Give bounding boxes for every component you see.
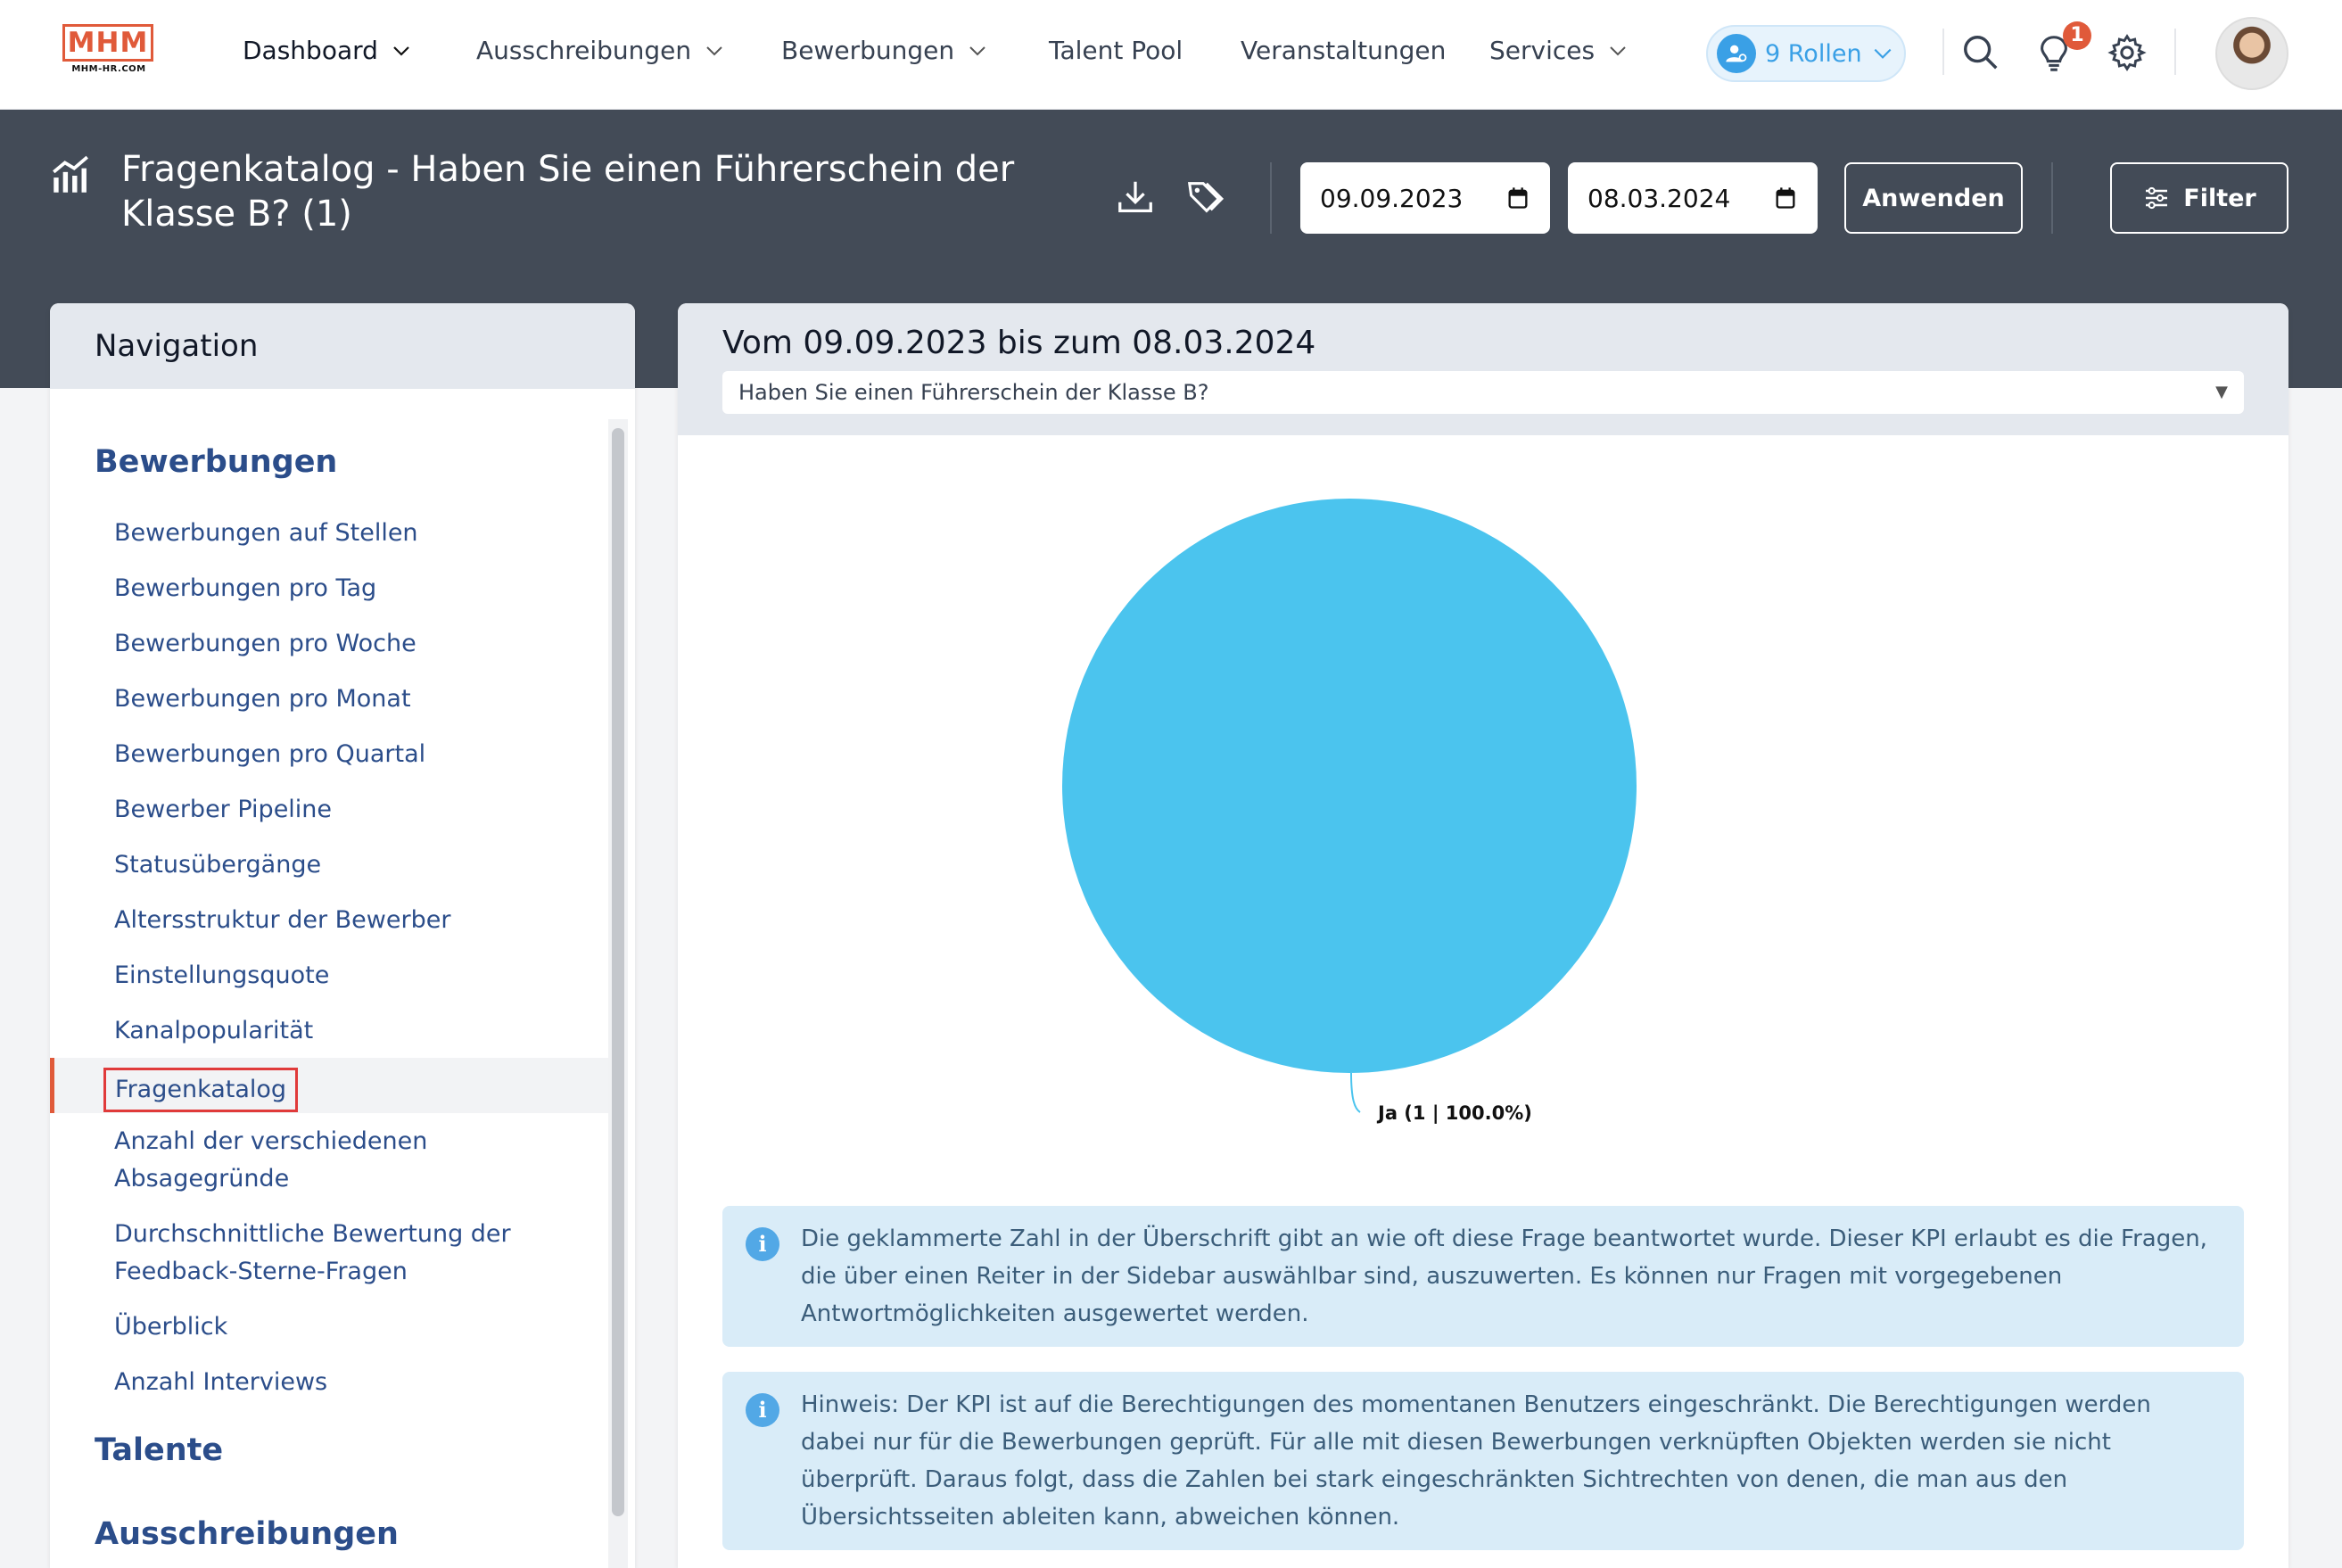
nav-dashboard-label: Dashboard bbox=[243, 36, 378, 65]
chevron-down-icon bbox=[1610, 45, 1626, 55]
nav-veranstaltungen-label: Veranstaltungen bbox=[1241, 36, 1447, 65]
nav-talent-pool[interactable]: Talent Pool bbox=[1049, 36, 1183, 65]
sidebar-title: Navigation bbox=[50, 303, 635, 389]
roles-label: 9 Rollen bbox=[1765, 39, 1862, 68]
chevron-down-icon bbox=[1874, 48, 1891, 59]
sidebar-item-bewerbungen-pro-quartal[interactable]: Bewerbungen pro Quartal bbox=[114, 736, 578, 773]
nav-talent-pool-label: Talent Pool bbox=[1049, 36, 1183, 65]
sidebar-item-fragenkatalog[interactable]: Fragenkatalog bbox=[103, 1068, 578, 1112]
filter-button[interactable]: Filter bbox=[2110, 162, 2288, 234]
nav-dashboard[interactable]: Dashboard bbox=[243, 36, 412, 65]
sidebar-item-bewerbungen-auf-stellen[interactable]: Bewerbungen auf Stellen bbox=[114, 515, 578, 552]
info-icon: i bbox=[746, 1227, 779, 1261]
sidebar-item-bewerbungen-pro-tag[interactable]: Bewerbungen pro Tag bbox=[114, 570, 578, 607]
info-box-kpi: i Die geklammerte Zahl in der Überschrif… bbox=[722, 1206, 2244, 1347]
nav-services-label: Services bbox=[1489, 36, 1596, 65]
pie-slice-0[interactable] bbox=[1062, 499, 1637, 1073]
analytics-chart-icon bbox=[53, 155, 88, 193]
search-icon[interactable] bbox=[1960, 32, 2001, 73]
top-navbar: MHM MHM-HR.COM Dashboard Ausschreibungen… bbox=[0, 0, 2342, 110]
info-box-hint-text: Hinweis: Der KPI ist auf die Berechtigun… bbox=[801, 1391, 2151, 1531]
apply-button-label: Anwenden bbox=[1862, 184, 2005, 212]
date-to-input[interactable]: 08.03.2024 bbox=[1568, 162, 1818, 234]
apply-button[interactable]: Anwenden bbox=[1844, 162, 2023, 234]
date-from-value: 09.09.2023 bbox=[1320, 183, 1464, 213]
notification-badge: 1 bbox=[2063, 21, 2091, 50]
sidebar-item-bewerbungen-pro-woche[interactable]: Bewerbungen pro Woche bbox=[114, 625, 578, 663]
sidebar-item-absagegruende[interactable]: Anzahl der verschiedenen Absagegründe bbox=[114, 1123, 524, 1198]
info-icon: i bbox=[746, 1393, 779, 1427]
date-from-input[interactable]: 09.09.2023 bbox=[1300, 162, 1550, 234]
sidebar-scrollbar-thumb[interactable] bbox=[612, 428, 624, 1516]
logo-subtext: MHM-HR.COM bbox=[71, 64, 146, 74]
chevron-down-icon bbox=[969, 45, 985, 55]
main-panel-header: Vom 09.09.2023 bis zum 08.03.2024 Haben … bbox=[678, 303, 2288, 435]
question-select[interactable]: Haben Sie einen Führerschein der Klasse … bbox=[722, 371, 2244, 414]
date-to-value: 08.03.2024 bbox=[1587, 183, 1731, 213]
sidebar-section-talente[interactable]: Talente bbox=[95, 1432, 223, 1468]
pie-leader-line-0 bbox=[1350, 1072, 1361, 1113]
sidebar-item-bewerbungen-pro-monat[interactable]: Bewerbungen pro Monat bbox=[114, 681, 578, 718]
chevron-down-icon bbox=[706, 45, 722, 55]
nav-services[interactable]: Services bbox=[1489, 36, 1629, 65]
user-group-icon bbox=[1717, 34, 1756, 73]
sidebar-item-einstellungsquote[interactable]: Einstellungsquote bbox=[114, 957, 578, 994]
chevron-down-icon bbox=[393, 45, 409, 56]
tag-icon[interactable] bbox=[1184, 177, 1225, 218]
sidebar-section-bewerbungen[interactable]: Bewerbungen bbox=[95, 444, 337, 480]
logo-text: MHM bbox=[62, 24, 153, 62]
logo[interactable]: MHM MHM-HR.COM bbox=[62, 24, 155, 79]
gear-icon[interactable] bbox=[2107, 32, 2148, 73]
caret-down-icon: ▼ bbox=[2215, 383, 2228, 401]
nav-veranstaltungen[interactable]: Veranstaltungen bbox=[1241, 36, 1446, 65]
main-panel: Vom 09.09.2023 bis zum 08.03.2024 Haben … bbox=[678, 303, 2288, 1568]
info-box-kpi-text: Die geklammerte Zahl in der Überschrift … bbox=[801, 1226, 2207, 1327]
sidebar-item-kanalpopularitaet[interactable]: Kanalpopularität bbox=[114, 1012, 578, 1050]
calendar-icon[interactable] bbox=[1773, 186, 1798, 210]
header-divider bbox=[1270, 162, 1272, 234]
download-icon[interactable] bbox=[1115, 177, 1156, 218]
calendar-icon[interactable] bbox=[1505, 186, 1530, 210]
sidebar-item-anzahl-interviews[interactable]: Anzahl Interviews bbox=[114, 1364, 578, 1401]
user-avatar[interactable] bbox=[2215, 17, 2288, 90]
nav-bewerbungen[interactable]: Bewerbungen bbox=[781, 36, 988, 65]
navbar-divider bbox=[1942, 29, 1944, 75]
date-range-title: Vom 09.09.2023 bis zum 08.03.2024 bbox=[722, 325, 1316, 361]
nav-ausschreibungen[interactable]: Ausschreibungen bbox=[476, 36, 725, 65]
sidebar-item-bewerber-pipeline[interactable]: Bewerber Pipeline bbox=[114, 791, 578, 829]
sidebar-item-feedback-sterne[interactable]: Durchschnittliche Bewertung der Feedback… bbox=[114, 1216, 533, 1291]
sidebar-item-fragenkatalog-label: Fragenkatalog bbox=[103, 1068, 299, 1112]
nav-bewerbungen-label: Bewerbungen bbox=[781, 36, 955, 65]
question-select-value: Haben Sie einen Führerschein der Klasse … bbox=[738, 380, 1209, 405]
pie-chart: Ja (1 | 100.0%) bbox=[1062, 499, 1637, 1125]
pie-slice-label-0: Ja (1 | 100.0%) bbox=[1376, 1102, 1532, 1125]
roles-dropdown[interactable]: 9 Rollen bbox=[1706, 25, 1906, 82]
page-title: Fragenkatalog - Haben Sie einen Führersc… bbox=[121, 149, 1015, 235]
sidebar-navigation: Navigation Bewerbungen Bewerbungen auf S… bbox=[50, 303, 635, 1568]
sliders-icon bbox=[2146, 186, 2168, 210]
info-box-hint: i Hinweis: Der KPI ist auf die Berechtig… bbox=[722, 1372, 2244, 1550]
sidebar-item-altersstruktur[interactable]: Altersstruktur der Bewerber bbox=[114, 902, 578, 939]
sidebar-section-ausschreibungen[interactable]: Ausschreibungen bbox=[95, 1516, 399, 1552]
nav-ausschreibungen-label: Ausschreibungen bbox=[476, 36, 692, 65]
filter-button-label: Filter bbox=[2183, 184, 2256, 212]
header-divider bbox=[2051, 162, 2053, 234]
sidebar-item-statusuebergaenge[interactable]: Statusübergänge bbox=[114, 846, 578, 884]
sidebar-item-ueberblick[interactable]: Überblick bbox=[114, 1308, 578, 1346]
navbar-divider bbox=[2174, 29, 2176, 75]
